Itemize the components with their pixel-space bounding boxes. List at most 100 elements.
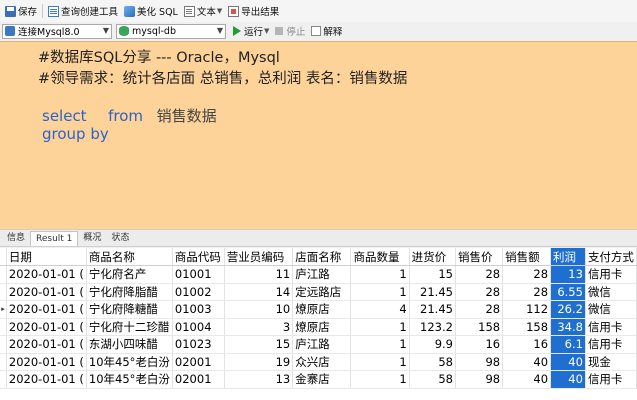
tab-result-1[interactable]: Result 1 [30,231,79,246]
tab-info[interactable]: 信息 [2,231,30,246]
column-header[interactable]: 商品代码 [172,248,225,266]
table-cell[interactable]: 微信 [585,300,637,319]
table-cell[interactable]: 13 [550,265,586,284]
column-header-selected[interactable]: 利润 [550,248,586,266]
table-cell[interactable]: 123.2 [409,318,456,336]
table-cell[interactable]: 02001 [172,370,225,389]
table-cell[interactable]: 01003 [172,300,225,319]
table-cell[interactable]: 26.2 [550,300,586,319]
table-row[interactable]: 2020-01-01 (宁化府十二珍醋 01004 3 燎原店 1 123.2 158 158… [0,318,637,336]
column-header[interactable]: 销售额 [502,248,552,266]
table-cell[interactable]: 信用卡 [585,335,637,354]
table-cell[interactable]: 01002 [172,283,225,301]
table-cell[interactable]: 11 [224,265,294,284]
tab-status[interactable]: 状态 [106,231,134,246]
column-header[interactable]: 支付方式 [585,248,637,266]
table-cell[interactable]: 21.45 [409,300,456,319]
table-cell[interactable]: 1 [350,353,410,371]
table-cell[interactable]: 15 [224,335,294,354]
table-cell[interactable]: 14 [224,283,294,301]
result-grid[interactable]: 日期 商品名称 商品代码 营业员编码 店面名称 商品数量 进货价 销售价 销售额… [0,248,637,400]
table-row[interactable]: 2020-01-01 (东湖小四味醋 01023 15 庐江路 1 9.9 16 16 6.1 信… [0,335,637,354]
table-cell[interactable]: 定远路店 [292,283,352,301]
table-row[interactable]: 2020-01-01 (宁化府名产 01001 11 庐江路 1 15 28 28 13 信用卡 [0,265,637,284]
table-cell[interactable]: 燎原店 [292,300,352,319]
database-select[interactable]: mysql-db ▼ [116,23,226,39]
table-cell[interactable]: 宁化府名产 [86,265,173,284]
table-cell[interactable]: 01023 [172,335,225,354]
table-cell[interactable]: 98 [455,353,504,371]
column-header[interactable]: 营业员编码 [224,248,294,266]
table-cell[interactable]: 信用卡 [585,370,637,389]
table-cell[interactable]: 现金 [585,353,637,371]
table-cell[interactable]: 2020-01-01 ( [6,370,87,389]
table-cell[interactable]: 1 [350,335,410,354]
column-header[interactable]: 销售价 [455,248,504,266]
table-cell[interactable]: 2020-01-01 ( [6,265,87,284]
table-cell[interactable]: 15 [409,265,456,284]
query-builder-button[interactable]: 查询创建工具 [45,2,121,20]
table-row[interactable]: 2020-01-01 (宁化府降脂醋 01002 14 定远路店 1 21.45 28 28 6… [0,283,637,301]
table-cell[interactable]: 98 [455,370,504,389]
table-cell[interactable]: 6.55 [550,283,586,301]
table-cell[interactable]: 10 [224,300,294,319]
beautify-sql-button[interactable]: 美化 SQL [121,2,181,20]
table-cell[interactable]: 庐江路 [292,265,352,284]
table-cell[interactable]: 东湖小四味醋 [86,335,173,354]
table-cell[interactable]: 19 [224,353,294,371]
table-cell[interactable]: 众兴店 [292,353,352,371]
table-cell[interactable]: 4 [350,300,410,319]
table-cell[interactable]: 1 [350,265,410,284]
table-cell[interactable]: 宁化府降脂醋 [86,283,173,301]
table-cell[interactable]: 1 [350,370,410,389]
table-cell[interactable]: 2020-01-01 ( [6,318,87,336]
table-cell[interactable]: 28 [502,265,552,284]
table-cell[interactable]: 28 [502,283,552,301]
table-cell[interactable]: 宁化府降糖醋 [86,300,173,319]
column-header[interactable]: 商品名称 [86,248,173,266]
table-cell[interactable]: 158 [455,318,504,336]
table-cell[interactable]: 1 [350,318,410,336]
table-cell[interactable]: 58 [409,370,456,389]
table-cell[interactable]: 112 [502,300,552,319]
table-cell[interactable]: 21.45 [409,283,456,301]
table-cell[interactable]: 宁化府十二珍醋 [86,318,173,336]
text-button[interactable]: 文本 ▼ [181,2,225,20]
table-cell[interactable]: 9.9 [409,335,456,354]
table-cell[interactable]: 16 [455,335,504,354]
table-cell[interactable]: 13 [224,370,294,389]
table-cell[interactable]: 28 [455,265,504,284]
table-cell[interactable]: 庐江路 [292,335,352,354]
column-header[interactable]: 店面名称 [292,248,352,266]
table-cell[interactable]: 16 [502,335,552,354]
table-cell[interactable]: 10年45°老白汾 [86,370,173,389]
table-row[interactable]: 2020-01-01 (10年45°老白汾 02001 13 金寨店 1 58 98 40 40… [0,370,637,389]
table-cell[interactable]: 40 [550,370,586,389]
table-cell[interactable]: 2020-01-01 ( [6,335,87,354]
table-cell[interactable]: 01004 [172,318,225,336]
table-cell[interactable]: 10年45°老白汾 [86,353,173,371]
table-cell[interactable]: 28 [455,283,504,301]
table-cell[interactable]: 01001 [172,265,225,284]
table-cell[interactable]: 燎原店 [292,318,352,336]
table-row[interactable]: 2020-01-01 (10年45°老白汾 02001 19 众兴店 1 58 98 40 40… [0,353,637,371]
table-cell[interactable]: 6.1 [550,335,586,354]
table-cell[interactable]: 1 [350,283,410,301]
save-button[interactable]: 保存 [2,2,40,20]
table-cell[interactable]: 158 [502,318,552,336]
explain-button[interactable]: 解释 [308,22,345,40]
column-header[interactable]: 商品数量 [350,248,410,266]
connection-select[interactable]: 连接Mysql8.0 ▼ [2,23,112,39]
table-cell[interactable]: 28 [455,300,504,319]
column-header[interactable]: 进货价 [409,248,456,266]
table-cell[interactable]: 40 [550,353,586,371]
table-cell[interactable]: 2020-01-01 ( [6,283,87,301]
table-cell[interactable]: 40 [502,370,552,389]
sql-editor[interactable]: #数据库SQL分享 --- Oracle，Mysql #领导需求：统计各店面 总… [0,41,637,229]
table-cell[interactable]: 58 [409,353,456,371]
table-cell[interactable]: 40 [502,353,552,371]
table-row[interactable]: ▸ 2020-01-01 (宁化府降糖醋 01003 10 燎原店 4 21.45 28 112… [0,300,637,319]
table-cell[interactable]: 02001 [172,353,225,371]
export-results-button[interactable]: 导出结果 [225,2,282,20]
stop-button[interactable]: 停止 [272,22,308,40]
